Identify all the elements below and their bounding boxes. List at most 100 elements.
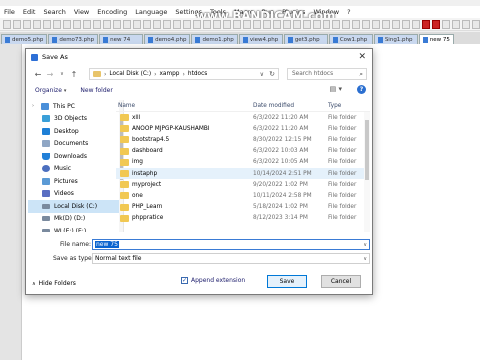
toolbar-button-icon[interactable] [32,19,41,29]
nav-item[interactable]: 3D Objects [28,113,123,126]
toolbar-button-icon[interactable] [252,19,261,29]
nav-item[interactable]: Music [28,163,123,176]
file-tab[interactable]: get3.php [283,34,328,44]
toolbar-button-icon[interactable] [452,19,461,29]
toolbar-button-icon[interactable] [322,19,331,29]
chevron-down-icon[interactable]: ∨ [363,240,367,250]
search-input[interactable]: Search htdocs ⌕ [287,68,367,80]
toolbar-button-icon[interactable] [262,19,271,29]
help-icon[interactable]: ? [357,85,366,94]
checkbox-checked-icon[interactable]: ✓ [181,277,188,284]
nav-item[interactable]: › This PC [28,100,123,113]
toolbar-button-icon[interactable] [122,19,131,29]
append-extension-checkbox[interactable]: ✓ Append extension [181,277,245,284]
toolbar-button-icon[interactable] [472,19,480,29]
toolbar-button-icon[interactable] [282,19,291,29]
toolbar-button-icon[interactable] [162,19,171,29]
toolbar-button-icon[interactable] [302,19,311,29]
toolbar-button-icon[interactable] [422,19,431,29]
cancel-button[interactable]: Cancel [321,275,361,288]
toolbar-button-icon[interactable] [432,19,441,29]
hide-folders-toggle[interactable]: ∧ Hide Folders [32,280,76,287]
toolbar-button-icon[interactable] [72,19,81,29]
toolbar-button-icon[interactable] [292,19,301,29]
toolbar-button-icon[interactable] [172,19,181,29]
toolbar-button-icon[interactable] [372,19,381,29]
recent-locations-chevron-icon[interactable]: ∨ [56,71,68,77]
toolbar-button-icon[interactable] [142,19,151,29]
file-row[interactable]: myproject 9/20/2022 1:02 PM File folder [116,179,370,190]
menu-item[interactable]: Search [43,8,65,16]
toolbar-button-icon[interactable] [152,19,161,29]
file-tab[interactable]: demo4.php [144,34,191,44]
toolbar-button-icon[interactable] [12,19,21,29]
toolbar-button-icon[interactable] [362,19,371,29]
toolbar-button-icon[interactable] [202,19,211,29]
nav-item[interactable]: Local Disk (C:) [28,200,123,213]
toolbar-button-icon[interactable] [192,19,201,29]
nav-item[interactable]: Videos [28,188,123,201]
new-folder-button[interactable]: New folder [80,87,112,94]
toolbar-button-icon[interactable] [412,19,421,29]
column-header-type[interactable]: Type [328,103,368,109]
file-row[interactable]: bootstrap4.5 8/30/2022 12:15 PM File folde… [116,134,370,145]
breadcrumb-local-disk[interactable]: Local Disk (C:) [109,71,151,77]
toolbar-button-icon[interactable] [382,19,391,29]
forward-arrow-icon[interactable]: → [44,70,56,79]
toolbar-button-icon[interactable] [272,19,281,29]
toolbar-button-icon[interactable] [42,19,51,29]
toolbar-button-icon[interactable] [112,19,121,29]
toolbar-button-icon[interactable] [102,19,111,29]
file-tab[interactable]: new 75 [418,34,454,44]
chevron-down-icon[interactable]: ∨ [260,69,264,80]
file-row[interactable]: PHP_Learn 5/18/2024 1:02 PM File folder [116,202,370,213]
file-tab[interactable]: Cow1.php [328,34,373,44]
address-bar[interactable]: › Local Disk (C:) › xampp › htdocs ∨ ↻ [89,68,279,80]
toolbar-button-icon[interactable] [402,19,411,29]
file-name-input[interactable]: new 75 ∨ [92,239,370,250]
menu-item[interactable]: Encoding [97,8,127,16]
toolbar-button-icon[interactable] [22,19,31,29]
file-row[interactable]: instaphp 10/14/2024 2:51 PM File folder [116,167,370,180]
file-row[interactable]: phppratice 8/12/2023 3:14 PM File folder [116,213,370,224]
toolbar-button-icon[interactable] [352,19,361,29]
menu-item[interactable]: ? [347,8,350,16]
close-icon[interactable]: ✕ [358,52,366,62]
nav-item[interactable]: Mk(D) (D:) [28,213,123,226]
toolbar-button-icon[interactable] [332,19,341,29]
toolbar-button-icon[interactable] [3,19,11,29]
toolbar-button-icon[interactable] [212,19,221,29]
nav-item[interactable]: Desktop [28,125,123,138]
toolbar-button-icon[interactable] [442,19,451,29]
breadcrumb-htdocs[interactable]: htdocs [188,71,207,77]
save-as-type-select[interactable]: Normal text file ∨ [92,253,370,264]
up-arrow-icon[interactable]: ↑ [68,70,80,79]
back-arrow-icon[interactable]: ← [32,70,44,79]
toolbar-button-icon[interactable] [312,19,321,29]
file-tab[interactable]: demo5.php [1,34,48,44]
column-header-date[interactable]: Date modified [253,103,328,109]
menu-item[interactable]: View [74,8,89,16]
toolbar-button-icon[interactable] [392,19,401,29]
nav-item[interactable]: Downloads [28,150,123,163]
nav-item[interactable]: Pictures [28,175,123,188]
view-options-icon[interactable]: ▤ ▾ [330,85,342,93]
toolbar-button-icon[interactable] [232,19,241,29]
toolbar-button-icon[interactable] [242,19,251,29]
refresh-icon[interactable]: ↻ [269,69,275,80]
expand-chevron-icon[interactable]: › [32,103,37,109]
organize-button[interactable]: Organize ▾ [35,87,66,94]
file-tab[interactable]: demo1.php [191,34,238,44]
file-row[interactable]: xlll 6/3/2022 11:20 AM File folder [116,112,370,123]
nav-item[interactable]: WL(E:) (E:) [28,225,123,232]
file-tab[interactable]: view4.php [238,34,283,44]
chevron-down-icon[interactable]: ∨ [363,254,367,264]
save-button[interactable]: Save [267,275,307,288]
nav-item[interactable]: Documents [28,138,123,151]
toolbar-button-icon[interactable] [92,19,101,29]
file-tab[interactable]: Sing1.php [373,34,418,44]
toolbar-button-icon[interactable] [62,19,71,29]
toolbar-button-icon[interactable] [182,19,191,29]
file-row[interactable]: one 10/11/2024 2:58 PM File folder [116,190,370,201]
file-row[interactable]: img 6/3/2022 10:05 AM File folder [116,157,370,168]
